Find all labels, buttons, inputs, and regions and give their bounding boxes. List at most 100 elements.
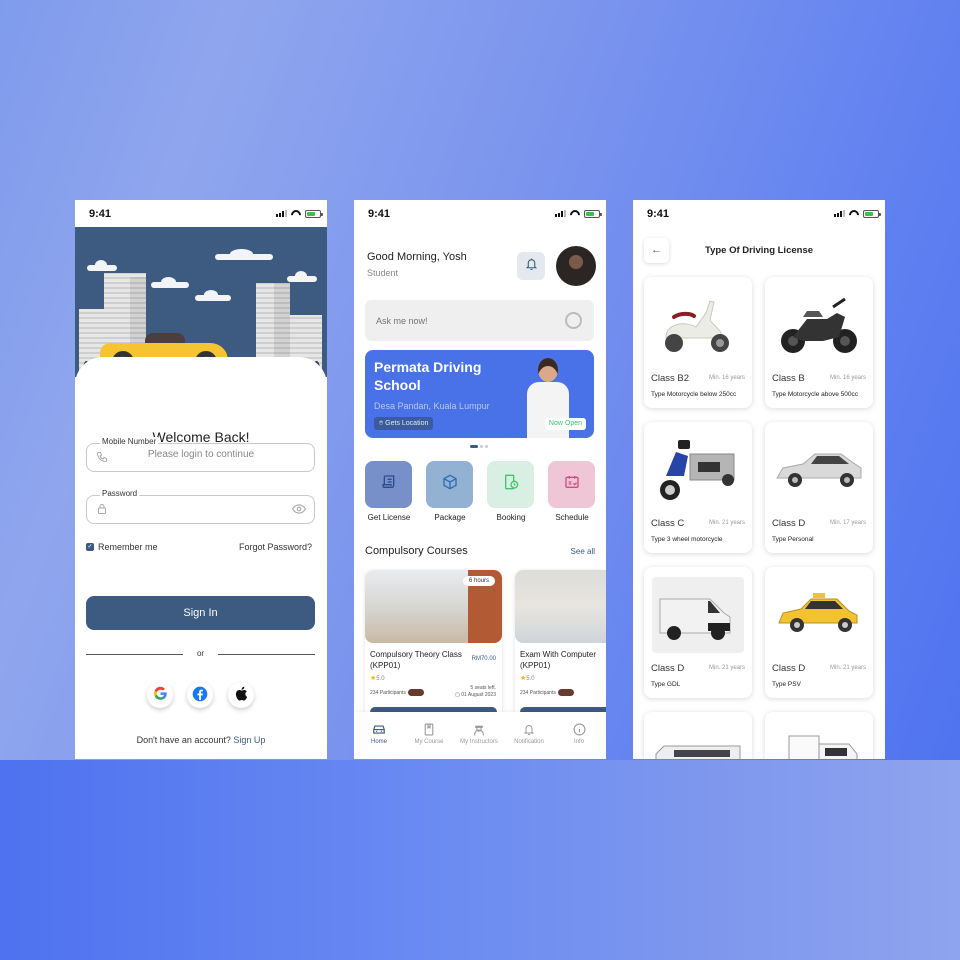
package-button[interactable] xyxy=(426,461,473,508)
duration-badge: 6 hours xyxy=(462,576,495,586)
license-type: Type Motorcycle above 500cc xyxy=(772,391,858,398)
instructor-icon xyxy=(472,723,486,736)
facebook-login-button[interactable] xyxy=(187,682,213,708)
password-input[interactable] xyxy=(113,500,288,519)
status-time: 9:41 xyxy=(89,207,112,220)
booking-clock-icon xyxy=(503,474,519,495)
booking-label: Booking xyxy=(496,513,526,522)
tab-info[interactable]: Info xyxy=(554,712,604,759)
section-title: Compulsory Courses xyxy=(365,545,468,557)
calendar-icon xyxy=(564,474,580,495)
apple-login-button[interactable] xyxy=(228,682,254,708)
license-type: Type PSV xyxy=(772,681,801,688)
page-title: Type Of Driving License xyxy=(704,245,814,256)
user-role: Student xyxy=(367,268,399,278)
carousel-indicator[interactable] xyxy=(470,445,488,448)
course-title: Exam With Computer (KPP01) xyxy=(520,650,597,670)
min-age: Min. 17 years xyxy=(829,520,866,526)
google-icon xyxy=(153,686,168,704)
tab-my-instructors[interactable]: My Instructors xyxy=(454,712,504,759)
book-icon xyxy=(422,723,436,736)
participants: 234 Participants xyxy=(370,689,424,696)
license-card-c[interactable]: Class C Min. 21 years Type 3 wheel motor… xyxy=(644,422,752,553)
sign-in-button[interactable]: Sign In xyxy=(86,596,315,630)
tab-notification[interactable]: Notification xyxy=(504,712,554,759)
checkbox-checked-icon[interactable]: ✓ xyxy=(86,543,94,551)
truck-image xyxy=(773,732,865,759)
forgot-password-link[interactable]: Forgot Password? xyxy=(239,542,312,552)
tab-my-course[interactable]: My Course xyxy=(404,712,454,759)
license-class: Class D xyxy=(772,663,806,674)
remember-me-checkbox[interactable]: ✓ Remember me xyxy=(86,542,158,552)
wifi-icon xyxy=(570,210,580,218)
background xyxy=(0,760,960,960)
min-age: Min. 16 years xyxy=(708,375,745,381)
license-card-d-gdl[interactable]: Class D Min. 21 years Type GDL xyxy=(644,567,752,698)
password-label: Password xyxy=(100,489,140,498)
carousel-dot[interactable] xyxy=(480,445,483,448)
avatar[interactable] xyxy=(556,246,596,286)
google-login-button[interactable] xyxy=(147,682,173,708)
course-rating: ★5.0 xyxy=(370,675,385,682)
cloud-icon xyxy=(87,260,117,271)
wifi-icon xyxy=(291,210,301,218)
mobile-number-field[interactable]: Mobile Number xyxy=(86,437,315,472)
license-types-screen: 9:41 ← Type Of Driving License Class B2 … xyxy=(633,200,885,759)
three-wheeler-image xyxy=(652,432,744,508)
tab-home[interactable]: Home xyxy=(354,712,404,759)
license-scroll-icon xyxy=(381,474,397,495)
phone-icon xyxy=(96,451,108,463)
status-bar: 9:41 xyxy=(75,200,327,227)
bell-icon xyxy=(525,257,538,276)
license-class: Class B2 xyxy=(651,373,690,384)
license-card-d-psv[interactable]: Class D Min. 21 years Type PSV xyxy=(765,567,873,698)
ask-input-box[interactable] xyxy=(365,300,594,341)
schedule-button[interactable] xyxy=(548,461,595,508)
sedan-image xyxy=(773,432,865,508)
apple-icon xyxy=(234,686,248,704)
carousel-dot[interactable] xyxy=(485,445,488,448)
participant-avatars xyxy=(557,689,574,696)
license-card-b[interactable]: Class B Min. 16 years Type Motorcycle ab… xyxy=(765,277,873,408)
carousel-dot[interactable] xyxy=(470,445,478,448)
scooter-image xyxy=(652,287,744,363)
license-card-b2[interactable]: Class B2 Min. 16 years Type Motorcycle b… xyxy=(644,277,752,408)
see-all-link[interactable]: See all xyxy=(571,547,595,556)
booking-button[interactable] xyxy=(487,461,534,508)
get-license-label: Get License xyxy=(367,513,411,522)
mobile-number-input[interactable] xyxy=(113,448,288,467)
license-type: Type Personal xyxy=(772,536,814,543)
school-banner[interactable]: Permata Driving School Desa Pandan, Kual… xyxy=(365,350,594,438)
course-price: RM70.00 xyxy=(471,656,496,662)
lock-icon xyxy=(96,503,108,515)
license-card-minibus[interactable] xyxy=(644,712,752,759)
minibus-image xyxy=(652,740,744,759)
ask-input[interactable] xyxy=(376,300,546,341)
password-field[interactable]: Password xyxy=(86,489,315,524)
license-type: Type GDL xyxy=(651,681,681,688)
eye-icon[interactable] xyxy=(291,503,307,515)
course-card[interactable]: Exam With Computer (KPP01) ★5.0 234 Part… xyxy=(515,570,606,720)
remember-me-label: Remember me xyxy=(98,542,158,552)
signal-icon xyxy=(834,210,845,217)
license-card-truck[interactable] xyxy=(765,712,873,759)
chatbot-icon[interactable] xyxy=(565,312,582,329)
banner-location: Desa Pandan, Kuala Lumpur xyxy=(374,401,490,411)
sign-up-prompt: Don't have an account? Sign Up xyxy=(136,735,266,745)
min-age: Min. 21 years xyxy=(708,520,745,526)
gets-location-button[interactable]: ⌾ Gets Location xyxy=(374,417,434,430)
cloud-icon xyxy=(215,249,273,260)
min-age: Min. 16 years xyxy=(829,375,866,381)
bottom-tab-bar: Home My Course My Instructors Notificati… xyxy=(354,712,606,759)
sign-up-link[interactable]: Sign Up xyxy=(233,735,265,745)
motorbike-image xyxy=(773,287,865,363)
get-license-button[interactable] xyxy=(365,461,412,508)
license-card-d-personal[interactable]: Class D Min. 17 years Type Personal xyxy=(765,422,873,553)
notification-button[interactable] xyxy=(517,252,545,280)
course-card[interactable]: 6 hours Compulsory Theory Class (KPP01) … xyxy=(365,570,502,720)
open-status-badge: Now Open xyxy=(544,418,586,430)
greeting: Good Morning, Yosh xyxy=(367,251,467,263)
schedule-label: Schedule xyxy=(555,513,589,522)
min-age: Min. 21 years xyxy=(829,665,866,671)
facebook-icon xyxy=(192,686,208,705)
